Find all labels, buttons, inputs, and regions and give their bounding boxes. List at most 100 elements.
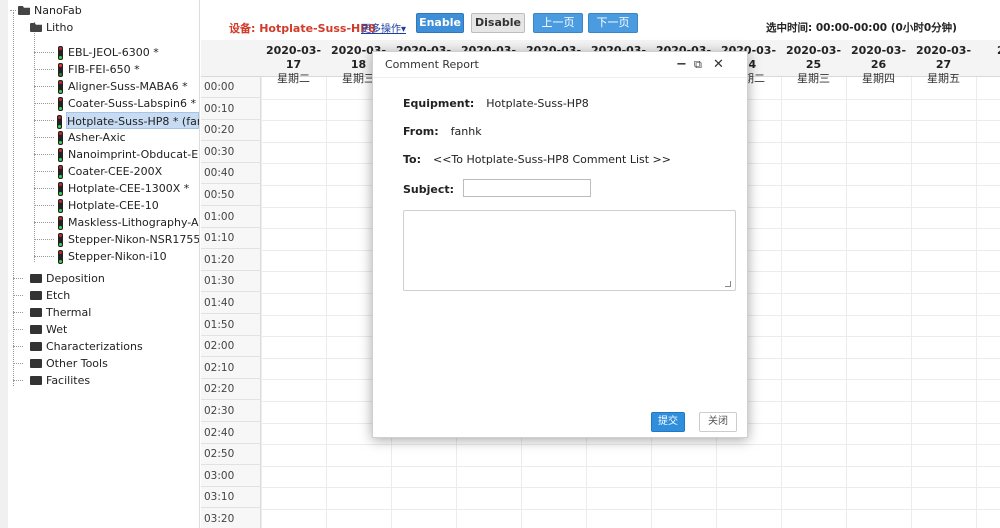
tree-node-label: EBL-JEOL-6300 * — [68, 46, 159, 59]
tree-node-group[interactable]: Wet — [30, 321, 67, 338]
submit-button[interactable]: 提交 — [651, 412, 685, 432]
tree-node-label: Wet — [46, 323, 68, 336]
to-row: To: <<To Hotplate-Suss-HP8 Comment List >… — [403, 153, 671, 166]
status-light-icon — [58, 216, 63, 230]
grid-line — [781, 77, 782, 528]
tree-node-label: FIB-FEI-650 * — [68, 63, 140, 76]
status-light-icon — [57, 115, 62, 129]
tree-gutter — [0, 0, 8, 528]
grid-line — [261, 444, 1000, 446]
tree-node-tool[interactable]: Coater-CEE-200X — [58, 163, 199, 180]
grid-line — [261, 77, 262, 528]
minimize-icon[interactable]: − — [676, 56, 687, 74]
tree-node-tool[interactable]: Aligner-Suss-MABA6 * — [58, 78, 199, 95]
status-light-icon — [58, 46, 63, 60]
from-row: From: fanhk — [403, 125, 482, 138]
tree-node-label: Hotplate-CEE-10 — [68, 199, 159, 212]
tree-line — [13, 278, 23, 279]
tree-node-label: Facilites — [46, 374, 91, 387]
tree-node-label: Thermal — [46, 306, 92, 319]
time-slot-label: 00:50 — [201, 185, 261, 206]
folder-icon — [30, 325, 42, 334]
date-column-header[interactable]: 2020-03-17 星期二 — [261, 40, 326, 85]
tree-node-tool[interactable]: Hotplate-Suss-HP8 * (far — [57, 112, 200, 129]
tree-node-tool[interactable]: FIB-FEI-650 * — [58, 61, 199, 78]
tree-line — [34, 205, 54, 206]
selected-time: 选中时间: 00:00-00:00 (0小时0分钟) — [766, 22, 957, 34]
equipment-label: Equipment: — [403, 97, 475, 110]
date-column-header[interactable]: 2020-03-27 星期五 — [911, 40, 976, 85]
tree-line — [34, 69, 54, 70]
tree-node-tool[interactable]: Stepper-Nikon-i10 — [58, 248, 199, 265]
time-slot-label: 00:00 — [201, 77, 261, 98]
tree-node-tool[interactable]: Coater-Suss-Labspin6 * — [58, 95, 199, 112]
tree-node-litho[interactable]: Litho — [30, 19, 73, 36]
tree-node-label: Nanoimprint-Obducat-E — [68, 148, 199, 161]
tree-node-label: Hotplate-Suss-HP8 * (far — [67, 115, 200, 128]
tree-node-group[interactable]: Characterizations — [30, 338, 143, 355]
tree-line — [34, 154, 54, 155]
grid-line — [911, 77, 912, 528]
tree-line — [13, 346, 23, 347]
time-slot-label: 02:20 — [201, 379, 261, 401]
enable-button[interactable]: Enable — [416, 13, 464, 33]
tree-node-group[interactable]: Etch — [30, 287, 70, 304]
time-slot-label: 00:20 — [201, 120, 261, 142]
comment-report-dialog: Comment Report − ⧉ ✕ Equipment: Hotplate-… — [372, 51, 748, 438]
time-column: 00:00 00:10 00:20 00:30 00:40 00:50 01:00 01:10… — [201, 77, 261, 528]
tree-line — [34, 239, 54, 240]
more-ops-dropdown[interactable]: 更多操作▾ — [361, 20, 406, 35]
tree-node-group[interactable]: Thermal — [30, 304, 91, 321]
resize-grip-icon[interactable] — [725, 281, 731, 287]
tree-node-group[interactable]: Facilites — [30, 372, 90, 389]
from-value: fanhk — [450, 125, 482, 138]
equipment-row: Equipment: Hotplate-Suss-HP8 — [403, 97, 589, 110]
tree-node-label: Stepper-Nikon-NSR1755 — [68, 233, 200, 246]
tree-line — [34, 188, 54, 189]
to-value[interactable]: <<To Hotplate-Suss-HP8 Comment List >> — [433, 153, 671, 166]
status-light-icon — [58, 97, 63, 111]
tree-node-label: Etch — [46, 289, 71, 302]
date-label: 2020-03-25 — [785, 44, 842, 71]
next-page-button[interactable]: 下一页 — [588, 13, 638, 33]
date-column-header[interactable]: 202 — [976, 40, 1000, 77]
weekday-label: 星期五 — [927, 72, 960, 85]
date-column-header[interactable]: 2020-03-25 星期三 — [781, 40, 846, 85]
tree-node-group[interactable]: Other Tools — [30, 355, 108, 372]
disable-button[interactable]: Disable — [471, 13, 525, 33]
tree-line — [34, 222, 54, 223]
date-label: 2020-03-26 — [850, 44, 907, 71]
comment-body-textarea[interactable] — [403, 210, 736, 291]
from-label: From: — [403, 125, 439, 138]
date-column-header[interactable]: 2020-03-26 星期四 — [846, 40, 911, 85]
tree-line — [34, 86, 54, 87]
maximize-icon[interactable]: ⧉ — [694, 56, 702, 74]
folder-icon — [30, 308, 42, 317]
dialog-title: Comment Report — [373, 52, 747, 78]
time-slot-label: 01:00 — [201, 207, 261, 228]
grid-line — [261, 487, 1000, 489]
time-slot-label: 00:10 — [201, 99, 261, 120]
close-button[interactable]: 关闭 — [699, 412, 737, 432]
folder-icon — [30, 376, 42, 385]
weekday-label: 星期二 — [277, 72, 310, 85]
tree-node-tool[interactable]: Asher-Axic — [58, 129, 199, 146]
tree-node-tool[interactable]: Nanoimprint-Obducat-E — [58, 146, 199, 163]
tree-node-tool[interactable]: Hotplate-CEE-10 — [58, 197, 199, 214]
weekday-label: 星期三 — [797, 72, 830, 85]
prev-page-button[interactable]: 上一页 — [533, 13, 583, 33]
tree-node-tool[interactable]: Stepper-Nikon-NSR1755 — [58, 231, 200, 248]
time-slot-label: 01:20 — [201, 250, 261, 271]
tree-node-nanofab[interactable]: NanoFab — [10, 2, 82, 19]
subject-row: Subject: — [403, 183, 466, 196]
grid-line — [976, 77, 977, 528]
tree-node-tool[interactable]: EBL-JEOL-6300 * — [58, 44, 199, 61]
tree-node-tool[interactable]: Maskless-Lithography-A — [58, 214, 199, 231]
close-icon[interactable]: ✕ — [713, 56, 724, 74]
equipment-value: Hotplate-Suss-HP8 — [486, 97, 589, 110]
tree-node-tool[interactable]: Hotplate-CEE-1300X * — [58, 180, 199, 197]
subject-input[interactable] — [463, 179, 591, 197]
tree-node-group[interactable]: Deposition — [30, 270, 105, 287]
date-label: 2020-03-17 — [265, 44, 322, 71]
folder-icon — [30, 359, 42, 368]
